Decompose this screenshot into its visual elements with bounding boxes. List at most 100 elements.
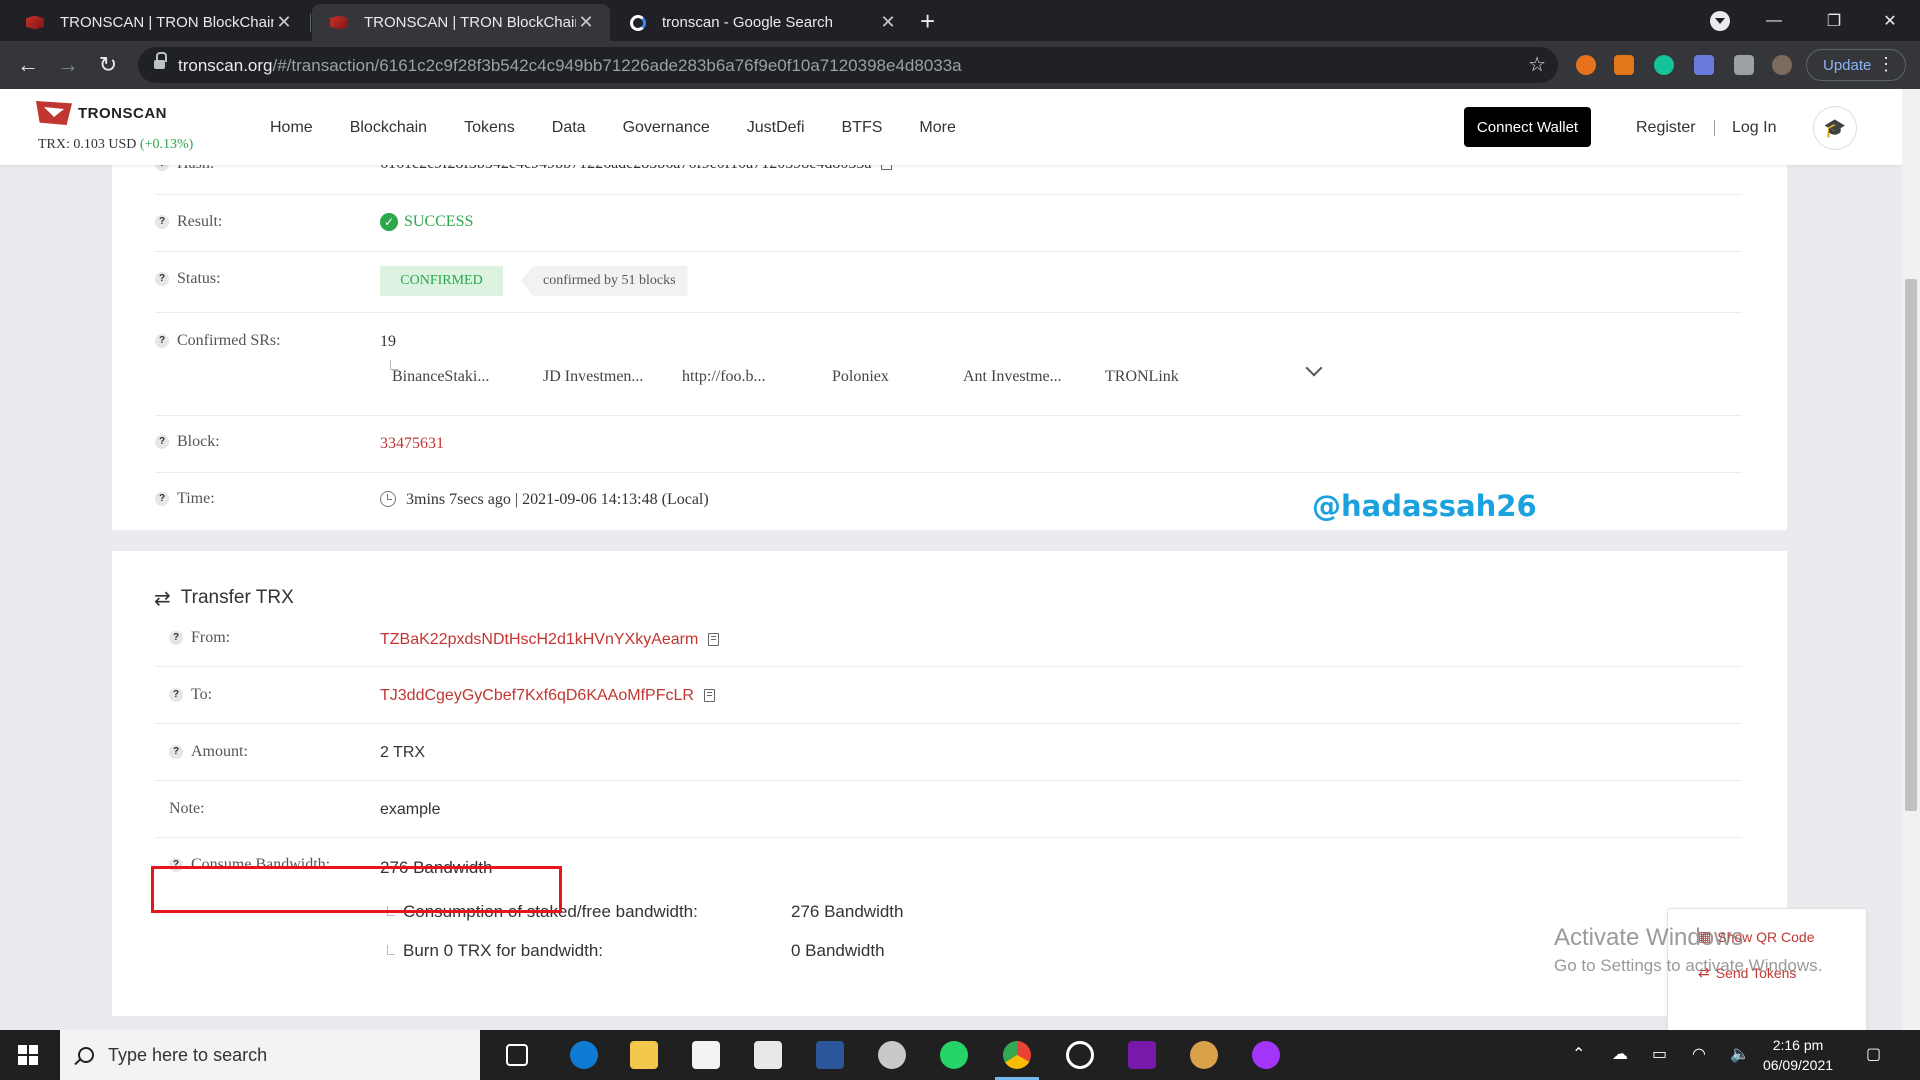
battery-icon[interactable]: ▭ xyxy=(1652,1044,1667,1063)
profile-avatar[interactable] xyxy=(1772,55,1792,75)
login-link[interactable]: Log In xyxy=(1732,119,1776,137)
chrome-icon[interactable] xyxy=(1003,1041,1031,1069)
tronscan-favicon-icon xyxy=(26,15,44,30)
edge-icon[interactable] xyxy=(570,1041,598,1069)
block-link[interactable]: 33475631 xyxy=(380,435,444,453)
mail-icon[interactable] xyxy=(754,1041,782,1069)
block-row: ? Block: 33475631 xyxy=(155,416,1742,473)
new-tab-icon[interactable]: + xyxy=(920,6,935,37)
help-icon: ? xyxy=(169,631,183,645)
onenote-icon[interactable] xyxy=(1128,1041,1156,1069)
menu-kebab-icon[interactable]: ⋮ xyxy=(1877,54,1895,75)
whatsapp-icon[interactable] xyxy=(940,1041,968,1069)
connect-wallet-button[interactable]: Connect Wallet xyxy=(1464,107,1591,147)
browser-tab-2-active[interactable]: TRONSCAN | TRON BlockChain E ✕ xyxy=(312,4,610,41)
nav-blockchain[interactable]: Blockchain xyxy=(350,119,427,137)
restore-icon[interactable]: ❐ xyxy=(1804,0,1864,41)
transfer-arrows-icon: ⇄ xyxy=(154,586,171,610)
browser-tab-3[interactable]: tronscan - Google Search ✕ xyxy=(612,4,912,41)
tab-divider xyxy=(310,14,311,32)
file-explorer-icon[interactable] xyxy=(630,1041,658,1069)
tab-search-dropdown-icon[interactable] xyxy=(1710,11,1730,31)
to-address-link[interactable]: TJ3ddCgeyGyCbef7Kxf6qD6KAAoMfPFcLR xyxy=(380,687,715,705)
sr-item[interactable]: BinanceStaki... xyxy=(392,368,489,386)
result-row: ? Result: ✓ SUCCESS xyxy=(155,195,1742,252)
sr-item[interactable]: JD Investmen... xyxy=(543,368,643,386)
address-bar[interactable]: tronscan.org/#/transaction/6161c2c9f28f3… xyxy=(138,47,1558,83)
show-hidden-icons-chevron-up-icon[interactable]: ⌃ xyxy=(1572,1044,1585,1063)
activate-windows-subtitle: Go to Settings to activate Windows. xyxy=(1554,956,1823,975)
from-address-link[interactable]: TZBaK22pxdsNDtHscH2d1kHVnYXkyAearm xyxy=(380,631,720,649)
sr-item[interactable]: TRONLink xyxy=(1105,368,1179,386)
close-tab-icon[interactable]: ✕ xyxy=(274,12,294,33)
copy-icon[interactable] xyxy=(703,689,715,702)
burn-trx-value: 0 Bandwidth xyxy=(791,941,885,960)
extension-cursor-icon[interactable] xyxy=(1694,55,1714,75)
notifications-icon[interactable]: ▢ xyxy=(1866,1044,1881,1063)
task-view-icon[interactable] xyxy=(506,1044,528,1066)
time-label: ? Time: xyxy=(155,490,215,508)
forward-icon[interactable]: → xyxy=(52,49,84,81)
obs-icon[interactable] xyxy=(1066,1041,1094,1069)
scrollbar-thumb[interactable] xyxy=(1905,279,1917,811)
nav-more[interactable]: More xyxy=(919,119,955,137)
clock-icon xyxy=(380,491,396,507)
clock-time: 2:16 pm xyxy=(1772,1037,1824,1053)
close-tab-icon[interactable]: ✕ xyxy=(576,12,596,33)
windows-taskbar: Type here to search ⌃ ☁ ▭ ◠ 🔈 2:16 pm 06… xyxy=(0,1030,1920,1080)
status-badge: CONFIRMED xyxy=(380,266,503,296)
help-icon: ? xyxy=(155,272,169,286)
page-scrollbar[interactable] xyxy=(1902,89,1920,1030)
nav-justdefi[interactable]: JustDefi xyxy=(747,119,805,137)
extension-fox-icon[interactable] xyxy=(1576,55,1596,75)
bookmark-star-icon[interactable]: ☆ xyxy=(1528,52,1546,77)
paint-icon[interactable] xyxy=(878,1041,906,1069)
minimize-icon[interactable]: — xyxy=(1744,0,1804,41)
copy-icon[interactable] xyxy=(708,633,720,646)
microsoft-store-icon[interactable] xyxy=(692,1041,720,1069)
academy-cap-icon[interactable]: 🎓 xyxy=(1813,106,1857,150)
nav-tokens[interactable]: Tokens xyxy=(464,119,515,137)
activate-windows-watermark: Activate Windows Go to Settings to activ… xyxy=(1554,924,1822,976)
sr-item[interactable]: Poloniex xyxy=(832,368,889,386)
nav-home[interactable]: Home xyxy=(270,119,313,137)
confirmed-by-blocks: confirmed by 51 blocks xyxy=(521,266,688,296)
nav-data[interactable]: Data xyxy=(552,119,586,137)
metamask-extension-icon[interactable] xyxy=(1614,55,1634,75)
to-row: ? To: TJ3ddCgeyGyCbef7Kxf6qD6KAAoMfPFcLR xyxy=(155,667,1742,724)
browser-tab-1[interactable]: TRONSCAN | TRON BlockChain E ✕ xyxy=(8,4,308,41)
google-favicon-icon xyxy=(630,14,646,31)
close-tab-icon[interactable]: ✕ xyxy=(878,12,898,33)
grammarly-extension-icon[interactable] xyxy=(1654,55,1674,75)
wifi-icon[interactable]: ◠ xyxy=(1692,1044,1706,1063)
browser-toolbar: ← → ↻ tronscan.org/#/transaction/6161c2c… xyxy=(0,41,1920,89)
update-button[interactable]: Update ⋮ xyxy=(1806,49,1906,81)
word-icon[interactable] xyxy=(816,1041,844,1069)
reload-icon[interactable]: ↻ xyxy=(92,49,124,81)
extensions-puzzle-icon[interactable] xyxy=(1734,55,1754,75)
status-label: ? Status: xyxy=(155,270,221,288)
volume-icon[interactable]: 🔈 xyxy=(1730,1044,1750,1063)
confirmed-srs-label: ? Confirmed SRs: xyxy=(155,332,281,350)
messenger-icon[interactable] xyxy=(1252,1041,1280,1069)
nav-btfs[interactable]: BTFS xyxy=(842,119,883,137)
register-link[interactable]: Register xyxy=(1636,119,1696,137)
back-icon[interactable]: ← xyxy=(12,49,44,81)
system-clock[interactable]: 2:16 pm 06/09/2021 xyxy=(1756,1035,1840,1075)
onedrive-cloud-icon[interactable]: ☁ xyxy=(1612,1044,1628,1063)
nav-governance[interactable]: Governance xyxy=(623,119,710,137)
paint3d-icon[interactable] xyxy=(1190,1041,1218,1069)
amount-label: ? Amount: xyxy=(169,743,248,761)
expand-chevron-down-icon[interactable] xyxy=(1305,359,1323,377)
close-window-icon[interactable]: ✕ xyxy=(1860,0,1920,41)
trx-price: TRX: 0.103 USD (+0.13%) xyxy=(38,137,194,152)
taskbar-search-box[interactable]: Type here to search xyxy=(60,1030,480,1080)
sr-item[interactable]: Ant Investme... xyxy=(963,368,1062,386)
tronscan-logo-icon xyxy=(36,99,72,127)
transfer-card: ⇄ Transfer TRX ? From: TZBaK22pxdsNDtHscH2… xyxy=(112,551,1787,1016)
sr-item[interactable]: http://foo.b... xyxy=(682,368,766,386)
tronscan-logo[interactable]: TRONSCAN xyxy=(36,99,167,127)
help-icon: ? xyxy=(155,492,169,506)
windows-start-icon[interactable] xyxy=(18,1045,38,1065)
from-label: ? From: xyxy=(169,629,230,647)
